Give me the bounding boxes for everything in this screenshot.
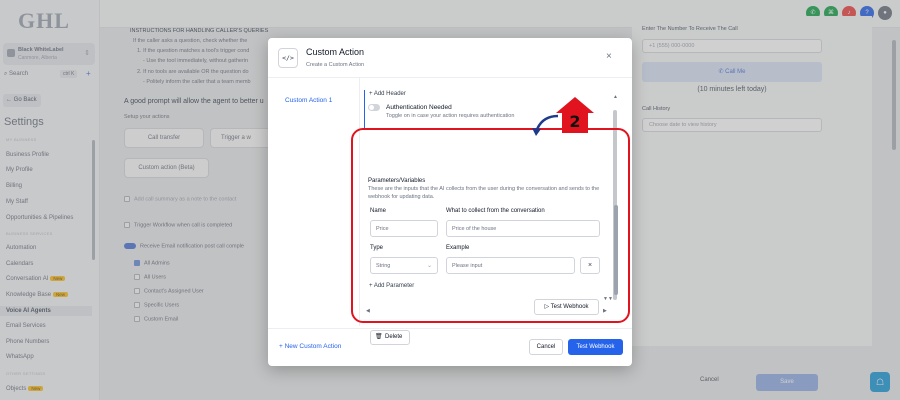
auth-label: Authentication Needed (386, 104, 452, 111)
curved-arrow-icon (532, 114, 559, 136)
code-icon: </> (278, 48, 298, 68)
modal-subtitle: Create a Custom Action (306, 62, 365, 68)
add-header-button[interactable]: + Add Header (369, 91, 406, 97)
custom-action-item[interactable]: Custom Action 1 (285, 97, 332, 104)
modal-footer: + New Custom Action Cancel Test Webhook (268, 328, 632, 366)
new-custom-action-button[interactable]: + New Custom Action (279, 343, 341, 350)
custom-action-list: Custom Action 1 (268, 78, 360, 326)
section-indicator (364, 90, 365, 130)
cancel-button[interactable]: Cancel (529, 339, 563, 355)
modal-header: </> Custom Action Create a Custom Action… (268, 38, 632, 78)
modal-title: Custom Action (306, 47, 365, 57)
test-webhook-button[interactable]: Test Webhook (568, 339, 623, 355)
highlight-box (351, 128, 630, 323)
close-icon[interactable]: × (606, 51, 612, 62)
step-number: 2 (569, 112, 580, 131)
auth-description: Toggle on in case your action requires a… (386, 113, 515, 119)
auth-toggle[interactable] (368, 104, 380, 111)
scroll-up-icon[interactable]: ▲ (613, 94, 618, 100)
